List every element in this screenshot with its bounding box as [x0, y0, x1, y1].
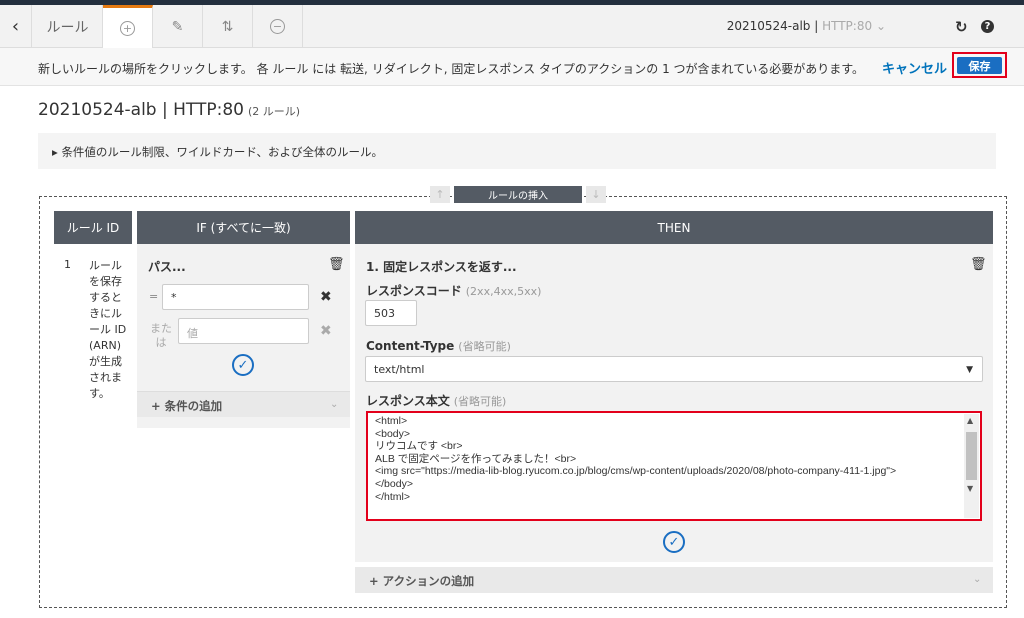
condition-operator: =: [149, 290, 159, 303]
additional-value-input[interactable]: 値: [178, 318, 309, 344]
response-body-label-text: レスポンス本文: [366, 394, 450, 408]
add-condition-text: 条件の追加: [164, 399, 223, 413]
action-title: 1. 固定レスポンスを返す...: [366, 260, 517, 274]
column-header-if: IF (すべてに一致): [137, 211, 350, 244]
scroll-thumb[interactable]: [966, 432, 977, 480]
rule-id-cell: 1 ルールを保存するときにルール ID (ARN) が生成されます。: [54, 244, 132, 604]
confirm-condition-check-icon[interactable]: ✓: [232, 354, 254, 376]
page-title-text: 20210524-alb | HTTP:80: [38, 100, 244, 120]
content-type-value: text/html: [374, 363, 425, 376]
load-balancer-selector[interactable]: 20210524-alb | HTTP:80 ⌄: [727, 19, 886, 33]
tab-delete-rule[interactable]: −: [253, 5, 303, 48]
response-code-input[interactable]: 503: [365, 300, 417, 326]
delete-condition-trash-icon[interactable]: 🗑: [328, 257, 345, 272]
tab-edit-rule[interactable]: ✎: [153, 5, 203, 48]
textarea-scrollbar[interactable]: ▲ ▼: [964, 414, 979, 518]
path-value-input[interactable]: *: [162, 284, 309, 310]
column-header-then: THEN: [355, 211, 993, 244]
lb-name: 20210524-alb: [726, 19, 811, 33]
confirm-action-check-icon[interactable]: ✓: [663, 531, 685, 553]
scroll-down-icon[interactable]: ▼: [967, 484, 973, 493]
instruction-bar: 新しいルールの場所をクリックします。 各 ルール には 転送, リダイレクト, …: [0, 48, 1024, 86]
content-type-label-text: Content-Type: [366, 339, 455, 353]
lb-separator: |: [810, 19, 823, 33]
response-code-label-text: レスポンスコード: [366, 284, 462, 298]
insert-rule-control: ↑ ルールの挿入 ↓: [430, 186, 606, 203]
page-title: 20210524-alb | HTTP:80 (2 ルール): [38, 100, 300, 120]
save-button[interactable]: 保存: [957, 57, 1002, 74]
save-button-highlight: 保存: [952, 52, 1007, 78]
pencil-icon: ✎: [171, 18, 184, 35]
content-type-select[interactable]: text/html ▼: [365, 356, 983, 382]
rule-number: 1: [64, 258, 71, 271]
tab-add-rule[interactable]: +: [103, 5, 153, 49]
rule-limits-text: ▸ 条件値のルール制限、ワイルドカード、および全体のルール。: [52, 144, 383, 160]
remove-additional-close-icon[interactable]: ✖: [320, 323, 332, 339]
plus-circle-icon: +: [120, 21, 135, 36]
add-action-button[interactable]: + アクションの追加 ⌄: [355, 567, 993, 593]
back-button[interactable]: ‹: [0, 5, 32, 48]
add-condition-label: + 条件の追加: [151, 398, 222, 414]
value-placeholder: 値: [187, 327, 198, 340]
content-type-hint: (省略可能): [458, 340, 511, 353]
rule-limits-expander[interactable]: ▸ 条件値のルール制限、ワイルドカード、および全体のルール。: [38, 133, 996, 169]
response-code-hint: (2xx,4xx,5xx): [465, 285, 542, 298]
insert-rule-button[interactable]: ルールの挿入: [454, 186, 582, 203]
chevron-down-icon: ⌄: [330, 399, 339, 410]
column-header-rule-id: ルール ID: [54, 211, 132, 244]
refresh-icon[interactable]: ↻: [955, 18, 968, 36]
response-body-hint: (省略可能): [453, 395, 507, 408]
dropdown-caret-icon: ▼: [966, 365, 973, 375]
response-body-textarea-highlight: <html> <body> リウコムです <br> ALB で固定ページを作って…: [366, 411, 982, 521]
path-value-text: *: [171, 291, 177, 304]
add-condition-button[interactable]: + 条件の追加 ⌄: [137, 391, 350, 417]
or-label: または: [150, 322, 172, 349]
lb-listener: HTTP:80: [822, 19, 873, 33]
content-type-label: Content-Type (省略可能): [366, 338, 511, 354]
rules-toolbar: ‹ ルール + ✎ ⇅ − 20210524-alb | HTTP:80 ⌄ ↻…: [0, 5, 1024, 49]
response-code-value: 503: [374, 307, 395, 320]
arrow-up-icon[interactable]: ↑: [430, 186, 450, 203]
response-body-textarea[interactable]: <html> <body> リウコムです <br> ALB で固定ページを作って…: [375, 415, 960, 503]
reorder-arrows-icon: ⇅: [221, 18, 234, 35]
response-code-label: レスポンスコード (2xx,4xx,5xx): [366, 282, 541, 299]
cancel-button[interactable]: キャンセル: [882, 58, 947, 77]
rule-count: (2 ルール): [248, 105, 301, 118]
instruction-message: 新しいルールの場所をクリックします。 各 ルール には 転送, リダイレクト, …: [38, 62, 864, 76]
scroll-up-icon[interactable]: ▲: [967, 416, 973, 425]
plus-icon: +: [369, 574, 383, 588]
tab-rules[interactable]: ルール: [33, 5, 103, 48]
chevron-down-icon: ⌄: [875, 19, 886, 33]
tab-reorder-rules[interactable]: ⇅: [203, 5, 253, 48]
chevron-down-icon: ⌄: [973, 574, 982, 585]
rule-id-note: ルールを保存するときにルール ID (ARN) が生成されます。: [89, 259, 127, 400]
arrow-down-icon[interactable]: ↓: [586, 186, 606, 203]
delete-action-trash-icon[interactable]: 🗑: [970, 257, 987, 272]
minus-circle-icon: −: [270, 19, 285, 34]
plus-icon: +: [151, 399, 165, 413]
add-action-text: アクションの追加: [382, 574, 475, 588]
rule-limits-label: 条件値のルール制限、ワイルドカード、および全体のルール。: [61, 145, 383, 159]
response-body-label: レスポンス本文 (省略可能): [366, 392, 506, 409]
help-icon[interactable]: ?: [981, 20, 994, 33]
tab-rules-label: ルール: [46, 19, 89, 36]
remove-value-close-icon[interactable]: ✖: [320, 289, 332, 305]
add-action-label: + アクションの追加: [369, 573, 474, 589]
chevron-left-icon: ‹: [11, 16, 20, 37]
condition-title: パス...: [148, 260, 186, 274]
